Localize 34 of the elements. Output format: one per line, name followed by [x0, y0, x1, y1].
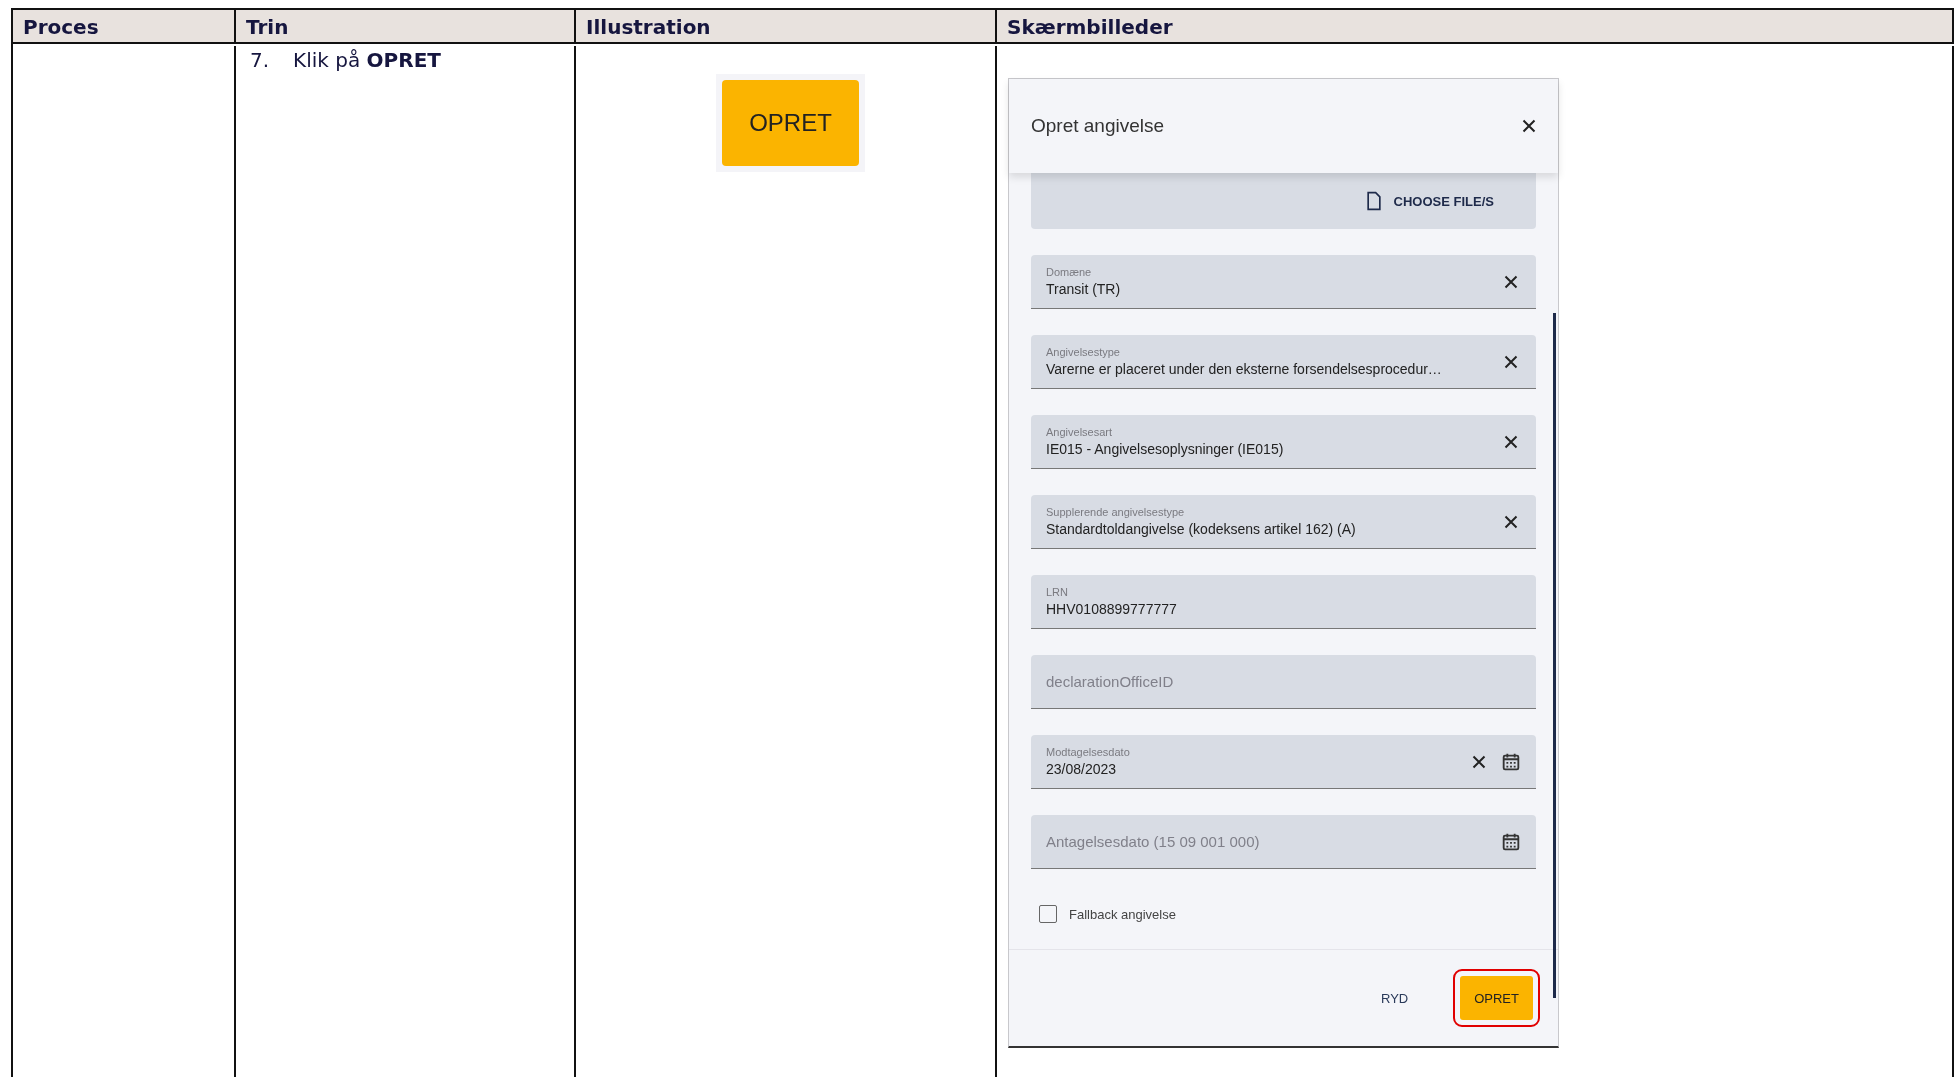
select-field[interactable]: Supplerende angivelsestype Standardtoldangivelse (kodeksens artikel 162) (A) [1031, 495, 1536, 549]
column-header: Illustration [576, 10, 997, 44]
button-illustration: OPRET [722, 80, 859, 166]
column-header: Proces [13, 10, 236, 44]
field-label: Modtagelsesdato [1046, 746, 1131, 758]
step-number: 7. [250, 48, 270, 72]
field-label: Domæne [1046, 266, 1093, 278]
date-field[interactable]: Modtagelsesdato 23/08/2023 [1031, 735, 1536, 789]
column-header: Trin [236, 10, 576, 44]
checkbox-label: Fallback angivelse [1069, 906, 1176, 922]
field-label: Angivelsestype [1046, 346, 1121, 358]
select-field[interactable]: Domæne Transit (TR) [1031, 255, 1536, 309]
field-value: HHV0108899777777 [1046, 601, 1178, 617]
step-text: Klik på OPRET [293, 48, 441, 72]
field-placeholder: Antagelsesdato (15 09 001 000) [1046, 833, 1261, 850]
field-label: Supplerende angivelsestype [1046, 506, 1186, 518]
scrollbar[interactable] [1553, 313, 1556, 998]
field-label: Angivelsesart [1046, 426, 1114, 438]
create-button[interactable]: OPRET [1460, 976, 1533, 1020]
dialog-title: Opret angivelse [1031, 115, 1165, 137]
field-placeholder: declarationOfficeID [1046, 673, 1175, 690]
column-header: Skærmbilleder [997, 10, 1954, 44]
field-value: Standardtoldangivelse (kodeksens artikel 162) (A) [1046, 521, 1357, 537]
field-value: IE015 - Angivelsesoplysninger (IE015) [1046, 441, 1285, 457]
field-value: Varerne er placeret under den eksterne forsendelsesprocedur… [1046, 361, 1443, 377]
checkbox[interactable] [1039, 905, 1057, 923]
clear-button[interactable]: RYD [1367, 976, 1423, 1020]
field-value: Transit (TR) [1046, 281, 1122, 297]
input-field[interactable]: LRN HHV0108899777777 [1031, 575, 1536, 629]
select-field[interactable]: Angivelsestype Varerne er placeret under den eksterne forsendelsesprocedur… [1031, 335, 1536, 389]
choose-file-button[interactable]: CHOOSE FILE/S [1357, 189, 1500, 213]
select-field[interactable]: Angivelsesart IE015 - Angivelsesoplysninger (IE015) [1031, 415, 1536, 469]
field-label: LRN [1046, 586, 1069, 598]
field-value: 23/08/2023 [1046, 761, 1118, 777]
